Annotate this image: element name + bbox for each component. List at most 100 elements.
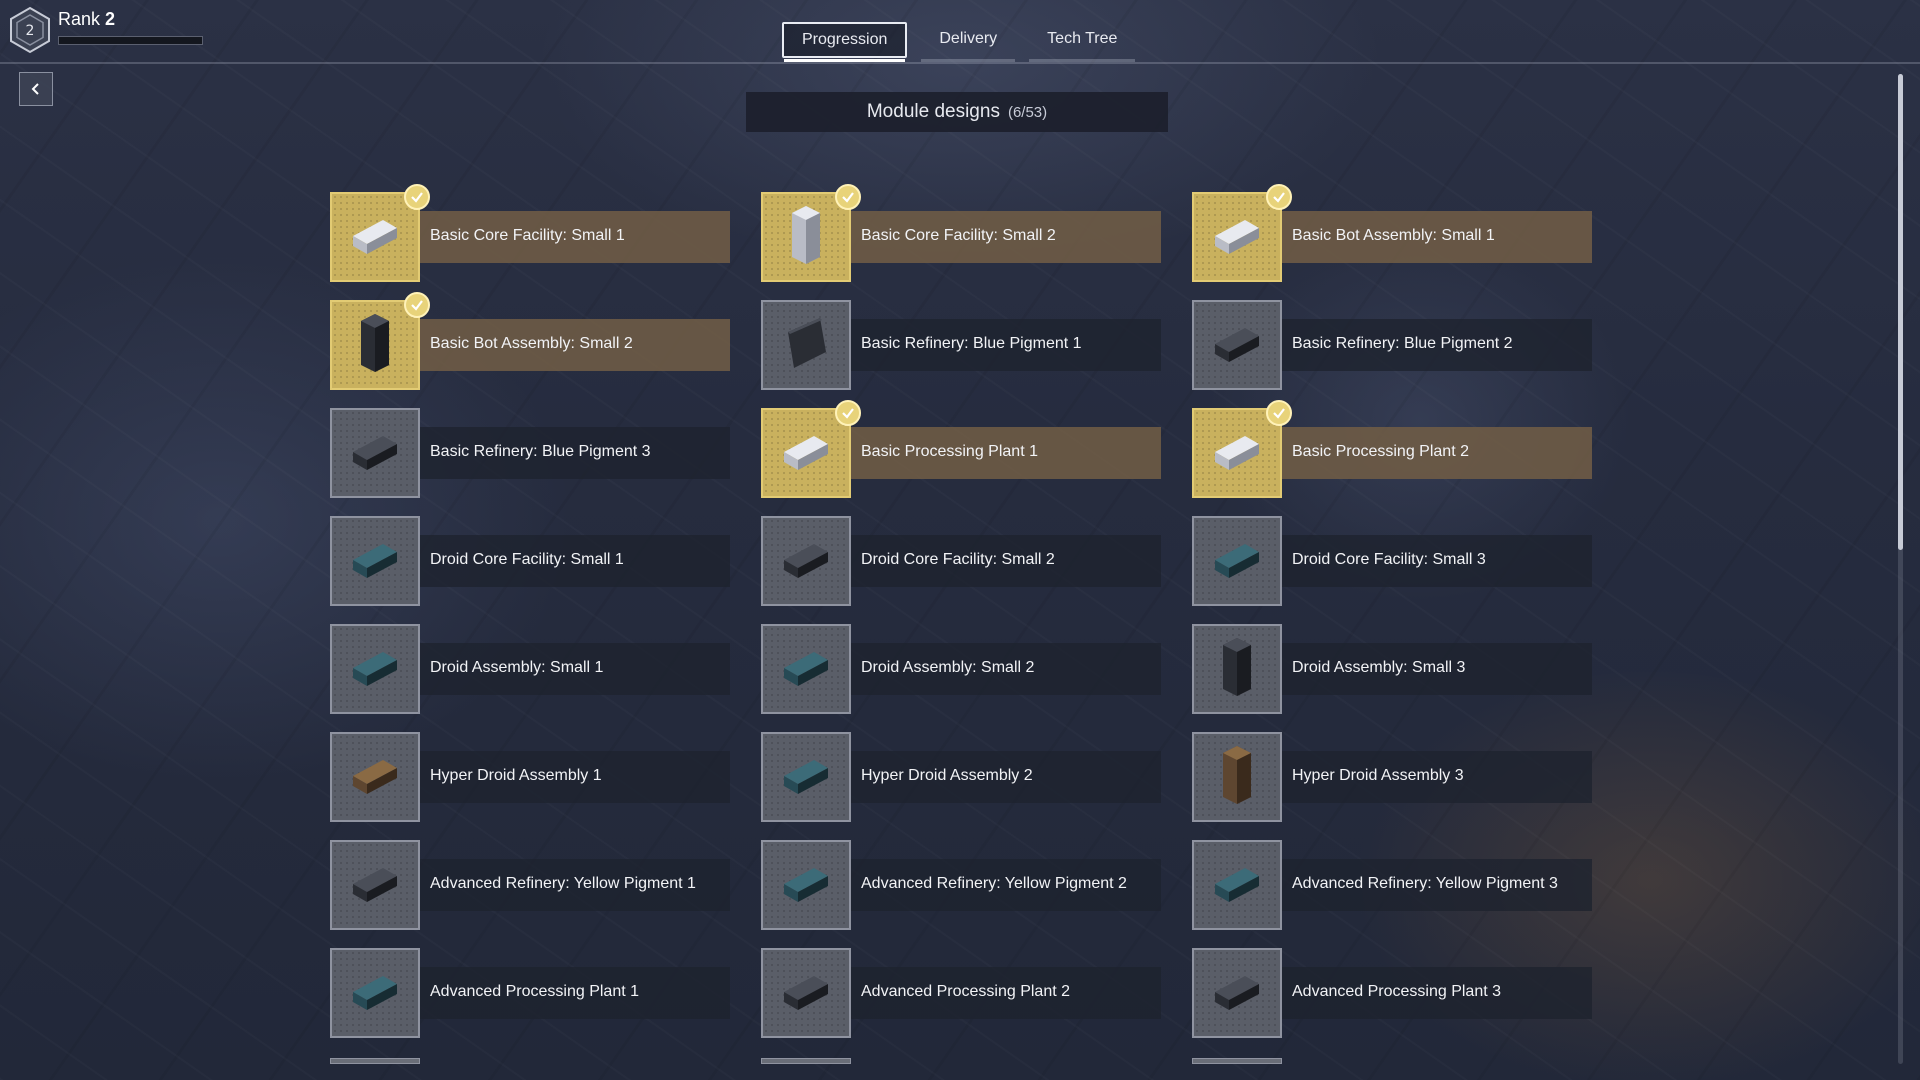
- module-card[interactable]: Basic Refinery: Blue Pigment 2: [1192, 300, 1592, 390]
- checkmark-icon: [835, 184, 861, 210]
- module-thumbnail[interactable]: [761, 732, 851, 822]
- module-label: Advanced Refinery: Yellow Pigment 3: [1292, 875, 1558, 892]
- light-block-icon: [1207, 202, 1267, 273]
- teal-block-icon: [776, 742, 836, 813]
- module-card[interactable]: Droid Assembly: Small 2: [761, 624, 1161, 714]
- module-label: Hyper Droid Assembly 3: [1292, 767, 1464, 784]
- module-label: Basic Refinery: Blue Pigment 1: [861, 335, 1082, 352]
- module-card[interactable]: Droid Assembly: Small 3: [1192, 624, 1592, 714]
- module-label: Droid Assembly: Small 1: [430, 659, 604, 676]
- module-thumbnail[interactable]: [1192, 732, 1282, 822]
- tab-bar: Progression Delivery Tech Tree: [782, 22, 1136, 62]
- section-title: Module designs: [866, 101, 1000, 122]
- module-card[interactable]: Basic Core Facility: Small 2: [761, 184, 1161, 282]
- module-card[interactable]: Hyper Droid Assembly 3: [1192, 732, 1592, 822]
- rank-progress-bar: [58, 36, 203, 45]
- light-block-icon: [345, 202, 405, 273]
- module-label: Advanced Processing Plant 3: [1292, 983, 1502, 1000]
- module-label: Basic Processing Plant 2: [1292, 443, 1469, 460]
- module-card[interactable]: Basic Processing Plant 2: [1192, 400, 1592, 498]
- module-label: Advanced Refinery: Yellow Pigment 1: [430, 875, 696, 892]
- module-thumbnail[interactable]: [1192, 516, 1282, 606]
- module-card[interactable]: Basic Core Facility: Small 1: [330, 184, 730, 282]
- brown-tower-icon: [1207, 742, 1267, 813]
- module-thumbnail[interactable]: [1192, 624, 1282, 714]
- teal-block-icon: [1207, 850, 1267, 921]
- section-count: (6/53): [1007, 103, 1048, 121]
- module-grid: Basic Core Facility: Small 1 Basic Core F…: [330, 184, 1595, 1038]
- module-card[interactable]: Droid Core Facility: Small 1: [330, 516, 730, 606]
- module-label: Advanced Refinery: Yellow Pigment 2: [861, 875, 1127, 892]
- next-row-tile: [761, 1058, 851, 1064]
- module-thumbnail[interactable]: [761, 948, 851, 1038]
- module-label: Hyper Droid Assembly 1: [430, 767, 602, 784]
- module-card[interactable]: Basic Refinery: Blue Pigment 1: [761, 300, 1161, 390]
- module-thumbnail[interactable]: [1192, 300, 1282, 390]
- blurred-objectives: [40, 84, 370, 252]
- rank-value: 2: [105, 9, 116, 29]
- module-card[interactable]: Advanced Processing Plant 3: [1192, 948, 1592, 1038]
- light-block-icon: [776, 418, 836, 489]
- module-thumbnail[interactable]: [761, 300, 851, 390]
- dark-block-icon: [1207, 310, 1267, 381]
- module-thumbnail[interactable]: [761, 516, 851, 606]
- module-card[interactable]: Hyper Droid Assembly 1: [330, 732, 730, 822]
- module-thumbnail[interactable]: [330, 840, 420, 930]
- scrollbar-thumb[interactable]: [1898, 74, 1903, 550]
- checkmark-icon: [835, 400, 861, 426]
- module-label: Droid Core Facility: Small 1: [430, 551, 624, 568]
- module-thumbnail[interactable]: [330, 732, 420, 822]
- tab-tech-tree[interactable]: Tech Tree: [1029, 22, 1136, 62]
- module-card[interactable]: Droid Core Facility: Small 3: [1192, 516, 1592, 606]
- next-row-tile: [1192, 1058, 1282, 1064]
- scrollbar[interactable]: [1898, 74, 1903, 1064]
- tab-progression[interactable]: Progression: [782, 22, 908, 62]
- module-label: Basic Processing Plant 1: [861, 443, 1038, 460]
- module-thumbnail[interactable]: [1192, 840, 1282, 930]
- next-row-tile: [330, 1058, 420, 1064]
- module-card[interactable]: Basic Processing Plant 1: [761, 400, 1161, 498]
- module-label: Basic Bot Assembly: Small 1: [1292, 227, 1495, 244]
- teal-block-icon: [776, 634, 836, 705]
- dark-tower-icon: [1207, 634, 1267, 705]
- module-card[interactable]: Advanced Processing Plant 2: [761, 948, 1161, 1038]
- dark-block-icon: [776, 526, 836, 597]
- light-tower-icon: [776, 202, 836, 273]
- dark-block-icon: [776, 958, 836, 1029]
- dark-block-icon: [345, 418, 405, 489]
- module-thumbnail[interactable]: [330, 408, 420, 498]
- checkmark-icon: [404, 292, 430, 318]
- module-label: Basic Refinery: Blue Pigment 2: [1292, 335, 1513, 352]
- teal-block-icon: [345, 634, 405, 705]
- module-card[interactable]: Advanced Refinery: Yellow Pigment 2: [761, 840, 1161, 930]
- dark-tower-icon: [345, 310, 405, 381]
- module-thumbnail[interactable]: [330, 624, 420, 714]
- module-card[interactable]: Basic Refinery: Blue Pigment 3: [330, 408, 730, 498]
- module-card[interactable]: Droid Assembly: Small 1: [330, 624, 730, 714]
- module-thumbnail[interactable]: [761, 624, 851, 714]
- checkmark-icon: [1266, 184, 1292, 210]
- module-card[interactable]: Advanced Refinery: Yellow Pigment 1: [330, 840, 730, 930]
- module-label: Droid Core Facility: Small 2: [861, 551, 1055, 568]
- module-label: Basic Refinery: Blue Pigment 3: [430, 443, 651, 460]
- module-card[interactable]: Advanced Processing Plant 1: [330, 948, 730, 1038]
- teal-block-icon: [345, 958, 405, 1029]
- module-label: Droid Assembly: Small 2: [861, 659, 1035, 676]
- teal-block-icon: [345, 526, 405, 597]
- dark-block-icon: [345, 850, 405, 921]
- svg-text:2: 2: [26, 23, 35, 39]
- module-card[interactable]: Basic Bot Assembly: Small 1: [1192, 184, 1592, 282]
- module-thumbnail[interactable]: [330, 948, 420, 1038]
- module-designs-header: Module designs (6/53): [746, 92, 1168, 132]
- module-thumbnail[interactable]: [761, 840, 851, 930]
- module-thumbnail[interactable]: [330, 516, 420, 606]
- module-label: Basic Core Facility: Small 2: [861, 227, 1056, 244]
- teal-block-icon: [1207, 526, 1267, 597]
- brown-block-icon: [345, 742, 405, 813]
- module-card[interactable]: Advanced Refinery: Yellow Pigment 3: [1192, 840, 1592, 930]
- module-thumbnail[interactable]: [1192, 948, 1282, 1038]
- module-card[interactable]: Droid Core Facility: Small 2: [761, 516, 1161, 606]
- tab-delivery[interactable]: Delivery: [921, 22, 1015, 62]
- module-card[interactable]: Hyper Droid Assembly 2: [761, 732, 1161, 822]
- module-card[interactable]: Basic Bot Assembly: Small 2: [330, 292, 730, 390]
